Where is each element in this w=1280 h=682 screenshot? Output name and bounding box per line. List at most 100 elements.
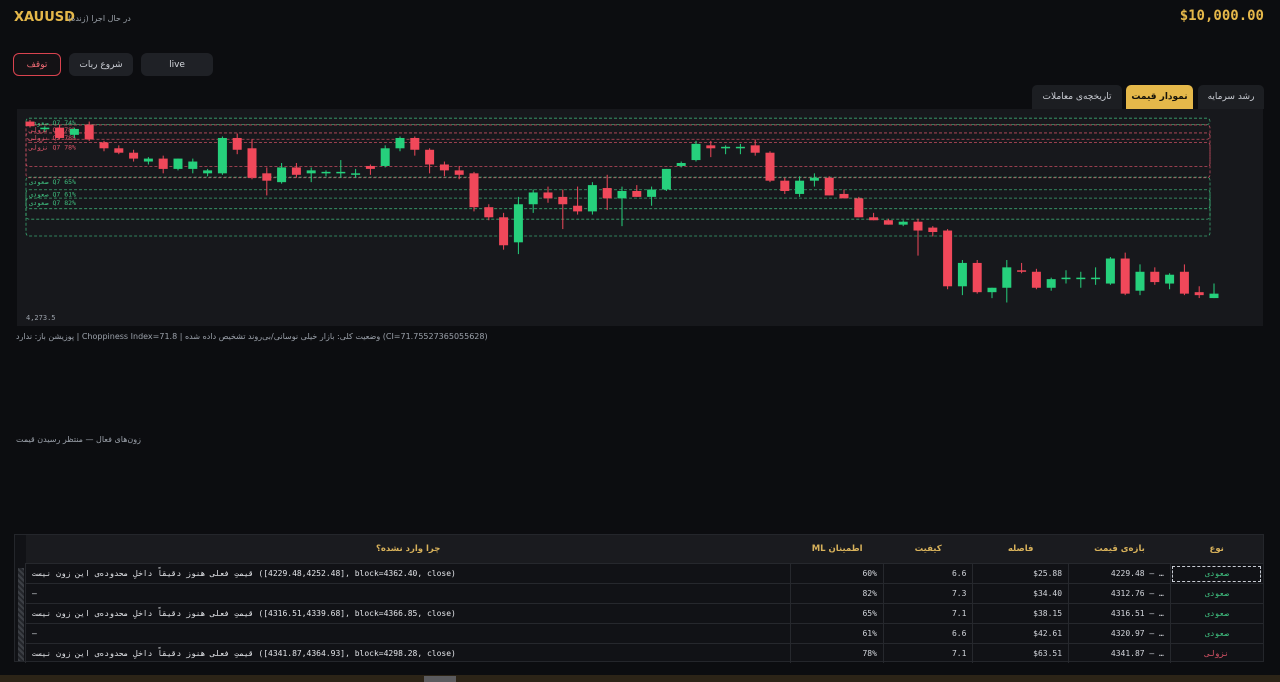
zones-table: چرا وارد نشده؟ ML اطمینان کیفیت فاصله با… — [24, 535, 1263, 663]
candle-down — [706, 145, 716, 149]
top-bar: XAUUSD در حال اجرا (زنده) $10,000.00 — [0, 0, 1280, 40]
candle-down — [291, 167, 301, 175]
row-reason: — — [24, 583, 791, 604]
row-reason: قیمتِ فعلی هنوز دقیقاً داخلِ محدوده‌ی ای… — [24, 643, 791, 663]
header-ml-confidence: ML اطمینان — [790, 535, 884, 564]
stop-button[interactable]: توقف — [13, 53, 61, 76]
zone-box-buy — [25, 176, 1211, 237]
candle-down — [499, 217, 509, 246]
candle-down — [824, 177, 834, 196]
zone-box-sell — [25, 132, 1211, 140]
row-price-range: 4341.87 – … — [1068, 643, 1171, 663]
candle-down — [365, 165, 375, 169]
candle-down — [262, 173, 272, 181]
symbol-label: XAUUSD — [14, 10, 75, 25]
row-price-range: 4320.97 – … — [1068, 623, 1171, 644]
candle-down — [84, 124, 94, 140]
candle-down — [25, 121, 35, 127]
candle-up — [1165, 274, 1175, 284]
candle-up — [1046, 279, 1056, 288]
candle-up — [1209, 293, 1219, 299]
header-reason: چرا وارد نشده؟ — [25, 535, 791, 564]
candle-up — [203, 170, 213, 174]
row-distance: $25.88 — [972, 563, 1069, 584]
candle-down — [839, 193, 849, 199]
table-row[interactable]: قیمتِ فعلی هنوز دقیقاً داخلِ محدوده‌ی ای… — [24, 563, 1263, 584]
row-type: صعودی — [1169, 623, 1263, 644]
header-price-range: بازه‌ی قیمت — [1068, 535, 1171, 564]
zone-box-sell — [25, 124, 1211, 179]
candle-up — [69, 128, 79, 135]
tab-price-chart[interactable]: نمودار قیمت — [1126, 85, 1193, 109]
header-type: نوع — [1170, 535, 1263, 564]
table-row[interactable]: قیمتِ فعلی هنوز دقیقاً داخلِ محدوده‌ی ای… — [24, 603, 1263, 624]
row-distance: $38.15 — [972, 603, 1069, 624]
row-quality: 7.1 — [882, 643, 973, 663]
header-quality: کیفیت — [883, 535, 973, 564]
row-type: صعودی — [1169, 603, 1263, 624]
candle-down — [410, 137, 420, 150]
row-ml-confidence: 61% — [790, 623, 884, 644]
zone-label: نزولی Q7 78% — [28, 143, 76, 151]
candle-up — [173, 158, 183, 169]
row-type: صعودی — [1169, 563, 1263, 584]
candle-down — [247, 148, 257, 178]
zone-label: صعودی Q7 61% — [29, 191, 76, 199]
row-type: نزولی — [1169, 643, 1263, 663]
price-chart[interactable]: صعودی Q7 74%نزولی Q7 78%نزولی Q7 78%نزول… — [17, 109, 1263, 326]
candle-up — [40, 127, 50, 130]
row-distance: $42.61 — [972, 623, 1069, 644]
zones-table-panel: چرا وارد نشده؟ ML اطمینان کیفیت فاصله با… — [14, 534, 1264, 663]
zone-label: نزولی Q7 78% — [28, 134, 76, 142]
zone-box-buy — [25, 197, 1211, 220]
candlestick-chart-svg: صعودی Q7 74%نزولی Q7 78%نزولی Q7 78%نزول… — [25, 117, 1219, 322]
candle-down — [1150, 271, 1160, 283]
tab-trade-history[interactable]: تاریخچه‌ی معاملات — [1032, 85, 1122, 109]
bottom-scrollbar-thumb[interactable] — [424, 676, 456, 682]
candle-up — [721, 146, 731, 149]
candle-down — [454, 170, 464, 175]
candle-down — [1179, 271, 1189, 294]
table-row[interactable]: —61% 6.6 $42.61 4320.97 – … صعودی — [24, 623, 1263, 644]
candle-down — [943, 230, 953, 287]
bottom-scrollbar[interactable] — [0, 675, 1280, 682]
start-bot-button[interactable]: شروع ربات — [69, 53, 133, 76]
table-scrollbar[interactable] — [18, 568, 24, 661]
candle-up — [1105, 258, 1115, 284]
candle-up — [676, 163, 686, 166]
candle-down — [469, 173, 479, 208]
candle-up — [306, 170, 316, 174]
candle-down — [972, 262, 982, 293]
table-row[interactable]: —82% 7.3 $34.40 4312.76 – … صعودی — [24, 583, 1263, 604]
candle-down — [425, 149, 435, 165]
candle-down — [99, 142, 109, 149]
candle-down — [765, 152, 775, 181]
zone-box-sell — [25, 141, 1211, 167]
candle-up — [957, 262, 967, 287]
candle-up — [188, 161, 198, 169]
candle-down — [439, 164, 449, 171]
candle-up — [1135, 271, 1145, 291]
view-tabs: تاریخچه‌ی معاملات نمودار قیمت رشد سرمایه — [1032, 85, 1264, 109]
candle-up — [809, 177, 819, 181]
zone-label: صعودی Q7 65% — [29, 178, 76, 186]
row-reason: — — [24, 623, 791, 644]
candle-up — [661, 168, 671, 190]
run-status: در حال اجرا (زنده) — [68, 14, 131, 23]
row-price-range: 4316.51 – … — [1068, 603, 1171, 624]
candle-up — [898, 221, 908, 225]
candle-up — [380, 148, 390, 166]
tab-equity-growth[interactable]: رشد سرمایه — [1198, 85, 1264, 109]
candle-up — [1002, 267, 1012, 288]
candle-down — [928, 227, 938, 233]
candle-down — [573, 205, 583, 212]
row-ml-confidence: 82% — [790, 583, 884, 604]
mode-selector[interactable]: live — [141, 53, 213, 76]
candle-down — [869, 217, 879, 221]
candle-down — [1120, 258, 1130, 294]
table-row[interactable]: قیمتِ فعلی هنوز دقیقاً داخلِ محدوده‌ی ای… — [24, 643, 1263, 663]
candle-down — [129, 152, 139, 159]
y-axis-label: 4,273.5 — [26, 314, 56, 322]
row-ml-confidence: 60% — [790, 563, 884, 584]
row-price-range: 4312.76 – … — [1068, 583, 1171, 604]
